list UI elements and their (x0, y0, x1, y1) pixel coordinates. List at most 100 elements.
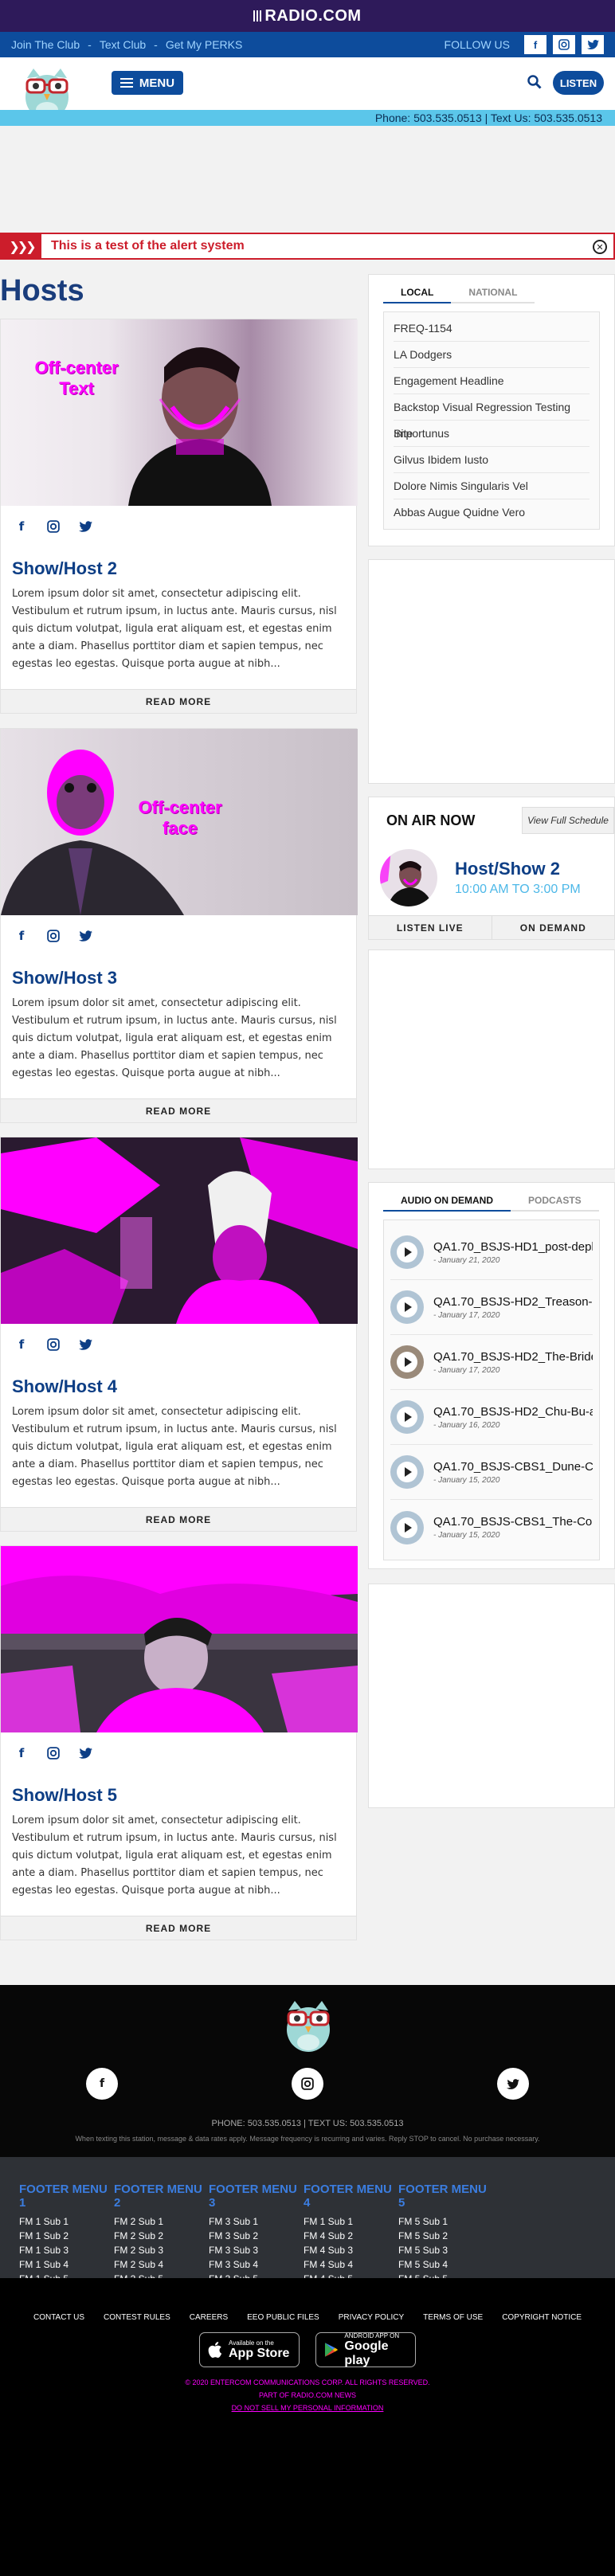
legal-link[interactable]: COPYRIGHT NOTICE (502, 2313, 582, 2322)
footer-menu-item[interactable]: FM 2 Sub 4 (114, 2257, 210, 2272)
legal-link[interactable]: EEO PUBLIC FILES (247, 2313, 319, 2322)
footer-menu-item[interactable]: FM 2 Sub 3 (114, 2243, 210, 2257)
close-icon[interactable]: ✕ (593, 240, 607, 254)
footer-menu-item[interactable]: FM 5 Sub 2 (398, 2229, 494, 2243)
facebook-icon[interactable]: f (524, 35, 546, 54)
play-button[interactable] (390, 1290, 424, 1324)
host-image[interactable]: Off-center Text (1, 319, 358, 506)
audio-title[interactable]: QA1.70_BSJS-HD2_Treason-... (433, 1295, 593, 1309)
footer-menu-item[interactable]: FM 5 Sub 1 (398, 2214, 494, 2229)
footer-menu-item[interactable]: FM 3 Sub 4 (209, 2257, 304, 2272)
footer-menu-item[interactable]: FM 2 Sub 1 (114, 2214, 210, 2229)
trending-item[interactable]: Gilvus Ibidem Iusto (394, 447, 590, 473)
play-button[interactable] (390, 1510, 424, 1544)
footer-menu-item[interactable]: FM 1 Sub 2 (19, 2229, 115, 2243)
audio-item[interactable]: QA1.70_BSJS-HD2_Chu-Bu-a... - January 16… (390, 1390, 593, 1445)
footer-menu-title[interactable]: FOOTER MENU 1 (19, 2183, 115, 2210)
twitter-icon[interactable] (497, 2068, 529, 2100)
footer-menu-item[interactable]: FM 1 Sub 4 (19, 2257, 115, 2272)
view-schedule-button[interactable]: View Full Schedule (522, 807, 614, 834)
perks-link[interactable]: Get My PERKS (166, 38, 242, 51)
facebook-icon[interactable]: f (14, 519, 29, 534)
trending-item[interactable]: Backstop Visual Regression Testing Site (394, 394, 590, 440)
host-title[interactable]: Show/Host 3 (12, 968, 356, 989)
footer-menu-item[interactable]: FM 2 Sub 2 (114, 2229, 210, 2243)
twitter-icon[interactable] (77, 928, 93, 944)
twitter-icon[interactable] (77, 1337, 93, 1353)
audio-title[interactable]: QA1.70_BSJS-CBS1_The-Cor... (433, 1515, 593, 1529)
audio-item[interactable]: QA1.70_BSJS-CBS1_Dune-Cl... - January 15… (390, 1445, 593, 1500)
footer-menu-title[interactable]: FOOTER MENU 3 (209, 2183, 304, 2210)
footer-menu-title[interactable]: FOOTER MENU 4 (304, 2183, 399, 2210)
listen-live-button[interactable]: LISTEN LIVE (369, 916, 492, 939)
host-image[interactable]: Off-center face (1, 729, 358, 915)
trending-item[interactable]: LA Dodgers (394, 342, 590, 368)
footer-menu-item[interactable]: FM 3 Sub 3 (209, 2243, 304, 2257)
footer-menu-item[interactable]: FM 4 Sub 4 (304, 2257, 399, 2272)
footer-menu-item[interactable]: FM 5 Sub 4 (398, 2257, 494, 2272)
read-more-button[interactable]: READ MORE (1, 1098, 356, 1122)
twitter-icon[interactable] (582, 35, 604, 54)
play-button[interactable] (390, 1235, 424, 1269)
footer-menu-item[interactable]: FM 1 Sub 1 (304, 2214, 399, 2229)
footer-menu-title[interactable]: FOOTER MENU 5 (398, 2183, 494, 2210)
host-title[interactable]: Show/Host 5 (12, 1785, 356, 1806)
tab-local[interactable]: LOCAL (383, 281, 452, 303)
google-play-badge[interactable]: ANDROID APP ON Google play (315, 2332, 416, 2367)
footer-menu-item[interactable]: FM 5 Sub 3 (398, 2243, 494, 2257)
read-more-button[interactable]: READ MORE (1, 1507, 356, 1531)
play-button[interactable] (390, 1345, 424, 1379)
footer-menu-item[interactable]: FM 4 Sub 2 (304, 2229, 399, 2243)
footer-menu-title[interactable]: FOOTER MENU 2 (114, 2183, 210, 2210)
legal-link[interactable]: CONTEST RULES (104, 2313, 170, 2322)
tab-audio-on-demand[interactable]: AUDIO ON DEMAND (383, 1189, 511, 1212)
audio-title[interactable]: QA1.70_BSJS-HD2_Chu-Bu-a... (433, 1405, 593, 1419)
host-title[interactable]: Show/Host 4 (12, 1376, 356, 1397)
join-club-link[interactable]: Join The Club (11, 38, 80, 51)
instagram-icon[interactable] (553, 35, 575, 54)
audio-title[interactable]: QA1.70_BSJS-HD1_post-depl... (433, 1240, 593, 1254)
play-button[interactable] (390, 1455, 424, 1489)
part-of-link[interactable]: PART OF RADIO.COM NEWS (0, 2391, 615, 2399)
tab-podcasts[interactable]: PODCASTS (511, 1189, 599, 1212)
twitter-icon[interactable] (77, 1745, 93, 1761)
audio-item[interactable]: QA1.70_BSJS-HD2_Treason-... - January 17… (390, 1280, 593, 1335)
footer-menu-item[interactable]: FM 3 Sub 2 (209, 2229, 304, 2243)
menu-button[interactable]: MENU (112, 71, 183, 95)
trending-item[interactable]: FREQ-1154 (394, 315, 590, 342)
instagram-icon[interactable] (45, 519, 61, 534)
footer-menu-item[interactable]: FM 1 Sub 3 (19, 2243, 115, 2257)
legal-link[interactable]: PRIVACY POLICY (339, 2313, 404, 2322)
trending-item[interactable]: Importunus (394, 421, 590, 447)
twitter-icon[interactable] (77, 519, 93, 534)
instagram-icon[interactable] (45, 928, 61, 944)
footer-menu-item[interactable]: FM 4 Sub 3 (304, 2243, 399, 2257)
trending-item[interactable]: Abbas Augue Quidne Vero (394, 499, 590, 526)
search-icon[interactable] (527, 75, 542, 89)
facebook-icon[interactable]: f (14, 928, 29, 944)
audio-item[interactable]: QA1.70_BSJS-HD2_The-Bride... - January 1… (390, 1335, 593, 1390)
instagram-icon[interactable] (45, 1337, 61, 1353)
audio-title[interactable]: QA1.70_BSJS-CBS1_Dune-Cl... (433, 1460, 593, 1474)
trending-item[interactable]: Engagement Headline (394, 368, 590, 394)
text-club-link[interactable]: Text Club (100, 38, 146, 51)
trending-item[interactable]: Dolore Nimis Singularis Vel (394, 473, 590, 499)
facebook-icon[interactable]: f (14, 1337, 29, 1353)
host-title[interactable]: Show/Host 2 (12, 558, 356, 579)
footer-menu-item[interactable]: FM 1 Sub 1 (19, 2214, 115, 2229)
footer-station-logo[interactable] (280, 1993, 336, 2053)
read-more-button[interactable]: READ MORE (1, 1916, 356, 1940)
audio-item[interactable]: QA1.70_BSJS-HD1_post-depl... - January 2… (390, 1225, 593, 1280)
app-store-badge[interactable]: Available on the App Store (199, 2332, 300, 2367)
do-not-sell-link[interactable]: DO NOT SELL MY PERSONAL INFORMATION (0, 2404, 615, 2412)
facebook-icon[interactable]: f (86, 2068, 118, 2100)
host-image[interactable] (1, 1546, 358, 1732)
host-image[interactable] (1, 1137, 358, 1324)
tab-national[interactable]: NATIONAL (451, 281, 535, 303)
play-button[interactable] (390, 1400, 424, 1434)
instagram-icon[interactable] (292, 2068, 323, 2100)
audio-title[interactable]: QA1.70_BSJS-HD2_The-Bride... (433, 1350, 593, 1364)
footer-menu-item[interactable]: FM 3 Sub 1 (209, 2214, 304, 2229)
audio-item[interactable]: QA1.70_BSJS-CBS1_The-Cor... - January 15… (390, 1500, 593, 1555)
read-more-button[interactable]: READ MORE (1, 689, 356, 713)
